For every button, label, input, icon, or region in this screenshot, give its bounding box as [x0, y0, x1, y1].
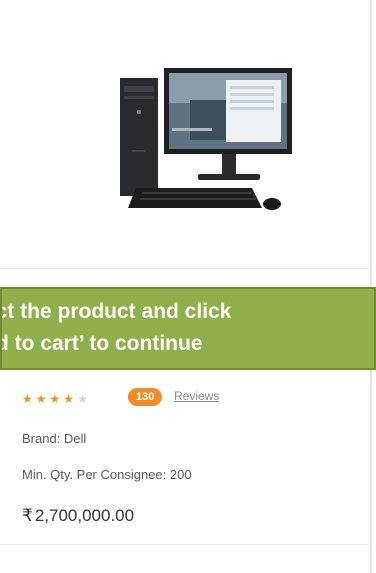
reviews-link[interactable]: Reviews: [174, 389, 219, 403]
star-icon: ★: [35, 392, 47, 406]
price: ₹2,700,000.00: [22, 506, 134, 526]
price-value: 2,700,000.00: [34, 506, 135, 525]
banner-line-2: d to cart’ to continue: [0, 332, 203, 355]
card-divider: [0, 544, 372, 545]
star-icon: ★: [49, 392, 61, 406]
brand-label: Brand: Dell: [22, 431, 87, 446]
review-count-badge: 130: [128, 388, 163, 406]
banner-line-1: ect the product and click: [0, 300, 232, 323]
product-image[interactable]: [0, 0, 372, 269]
star-icon: ★: [22, 392, 33, 406]
currency-symbol: ₹: [22, 506, 33, 525]
instruction-banner: ect the product and click d to cart’ to …: [0, 287, 376, 370]
star-icon: ★: [63, 392, 75, 406]
min-qty-label: Min. Qty. Per Consignee: 200: [22, 467, 192, 482]
rating-stars: ★ ★ ★ ★ ★: [22, 393, 88, 405]
desktop-computer-icon: [120, 68, 292, 210]
star-empty-icon: ★: [77, 392, 88, 406]
